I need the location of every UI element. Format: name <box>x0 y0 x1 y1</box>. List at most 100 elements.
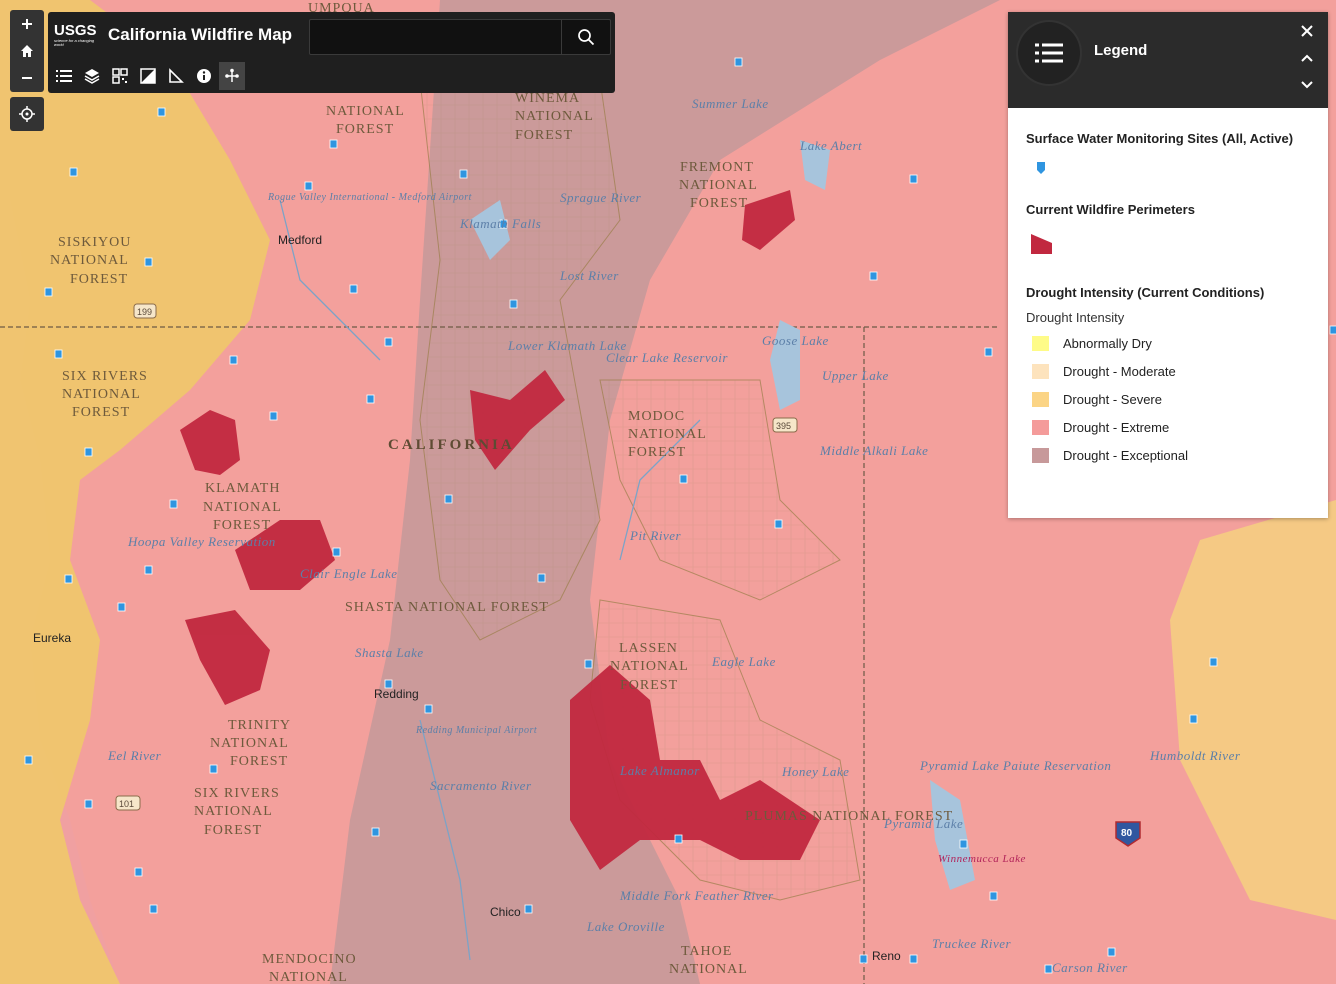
monitoring-site-marker[interactable] <box>909 954 918 964</box>
map-label: Rogue Valley International - Medford Air… <box>267 192 472 203</box>
legend-swatch <box>1032 447 1049 463</box>
monitoring-site-marker[interactable] <box>1044 964 1053 974</box>
monitoring-site-marker[interactable] <box>1107 947 1116 957</box>
expand-button[interactable] <box>1296 74 1318 96</box>
monitoring-site-marker[interactable] <box>384 337 393 347</box>
legend-item: Drought - Exceptional <box>1026 441 1310 469</box>
legend-swatch <box>1032 335 1049 351</box>
map-label: Clear Lake Reservoir <box>606 350 728 365</box>
monitoring-site-marker[interactable] <box>24 755 33 765</box>
monitoring-site-marker[interactable] <box>157 107 166 117</box>
map-label: CALIFORNIA <box>388 437 515 453</box>
legend-header-icon <box>1018 22 1080 84</box>
monitoring-site-symbol <box>1037 162 1045 174</box>
monitoring-site-marker[interactable] <box>1209 657 1218 667</box>
monitoring-site-marker[interactable] <box>69 167 78 177</box>
monitoring-site-marker[interactable] <box>84 799 93 809</box>
monitoring-site-marker[interactable] <box>144 257 153 267</box>
monitoring-site-marker[interactable] <box>44 287 53 297</box>
monitoring-site-marker[interactable] <box>269 411 278 421</box>
map-label: Winnemucca Lake <box>938 853 1026 865</box>
monitoring-site-marker[interactable] <box>537 573 546 583</box>
monitoring-site-marker[interactable] <box>674 834 683 844</box>
monitoring-site-marker[interactable] <box>509 299 518 309</box>
monitoring-site-marker[interactable] <box>774 519 783 529</box>
map-label: SIX RIVERS <box>62 369 148 384</box>
monitoring-site-marker[interactable] <box>909 174 918 184</box>
monitoring-site-marker[interactable] <box>54 349 63 359</box>
map-label: TAHOE <box>681 944 732 959</box>
monitoring-site-marker[interactable] <box>524 904 533 914</box>
map-label: Summer Lake <box>692 96 769 111</box>
monitoring-site-marker[interactable] <box>144 565 153 575</box>
monitoring-site-marker[interactable] <box>366 394 375 404</box>
map-label: FOREST <box>213 518 271 533</box>
map-label: Sprague River <box>560 190 642 205</box>
monitoring-site-marker[interactable] <box>859 954 868 964</box>
map-label: FOREST <box>620 678 678 693</box>
monitoring-site-marker[interactable] <box>332 547 341 557</box>
home-icon <box>21 44 33 57</box>
map-label: Humboldt River <box>1149 748 1241 763</box>
monitoring-site-marker[interactable] <box>459 169 468 179</box>
layers-tool-button[interactable] <box>79 62 105 90</box>
monitoring-site-marker[interactable] <box>149 904 158 914</box>
monitoring-site-marker[interactable] <box>444 494 453 504</box>
info-tool-button[interactable] <box>191 62 217 90</box>
map-label: Medford <box>278 233 322 247</box>
monitoring-site-marker[interactable] <box>117 602 126 612</box>
zoom-in-button[interactable] <box>10 11 44 37</box>
monitoring-site-marker[interactable] <box>989 891 998 901</box>
map-label: Pyramid Lake Paiute Reservation <box>919 758 1111 773</box>
chevron-down-icon <box>1301 81 1313 89</box>
zoom-out-button[interactable] <box>10 65 44 91</box>
map-label: FOREST <box>628 445 686 460</box>
legend-item: Drought - Severe <box>1026 385 1310 413</box>
monitoring-site-marker[interactable] <box>229 355 238 365</box>
monitoring-site-marker[interactable] <box>371 827 380 837</box>
monitoring-site-marker[interactable] <box>64 574 73 584</box>
monitoring-site-marker[interactable] <box>984 347 993 357</box>
monitoring-site-marker[interactable] <box>869 271 878 281</box>
monitoring-site-marker[interactable] <box>679 474 688 484</box>
basemap-tool-button[interactable] <box>135 62 161 90</box>
search-input[interactable] <box>310 20 560 54</box>
map-label: NATIONAL <box>679 178 758 193</box>
qr-tool-button[interactable] <box>107 62 133 90</box>
close-button[interactable] <box>1296 20 1318 42</box>
legend-header: Legend <box>1008 12 1328 108</box>
map-label: Pyramid Lake <box>883 816 963 831</box>
map-label: FOREST <box>690 196 748 211</box>
monitoring-site-marker[interactable] <box>329 139 338 149</box>
basemap-icon <box>140 68 156 84</box>
monitoring-site-marker[interactable] <box>134 867 143 877</box>
legend-title: Legend <box>1094 42 1148 59</box>
legend-section-heading: Surface Water Monitoring Sites (All, Act… <box>1026 131 1294 146</box>
measure-tool-button[interactable] <box>163 62 189 90</box>
measure-icon <box>169 68 184 83</box>
monitoring-site-marker[interactable] <box>584 659 593 669</box>
map-label: FOREST <box>204 823 262 838</box>
locate-button[interactable] <box>10 97 44 131</box>
map-label: Eel River <box>107 748 162 763</box>
logo-text: USGS <box>54 22 97 39</box>
collapse-button[interactable] <box>1296 47 1318 69</box>
monitoring-site-marker[interactable] <box>349 284 358 294</box>
share-tool-button[interactable] <box>219 62 245 90</box>
monitoring-site-marker[interactable] <box>1329 325 1336 335</box>
home-button[interactable] <box>10 38 44 64</box>
monitoring-site-marker[interactable] <box>169 499 178 509</box>
monitoring-site-marker[interactable] <box>734 57 743 67</box>
map-label: Shasta Lake <box>355 645 424 660</box>
monitoring-site-marker[interactable] <box>959 839 968 849</box>
monitoring-site-marker[interactable] <box>424 704 433 714</box>
monitoring-site-marker[interactable] <box>304 181 313 191</box>
monitoring-site-marker[interactable] <box>84 447 93 457</box>
legend-section-heading: Drought Intensity (Current Conditions) <box>1026 285 1265 300</box>
monitoring-site-marker[interactable] <box>1189 714 1198 724</box>
monitoring-site-marker[interactable] <box>209 764 218 774</box>
search-button[interactable] <box>561 20 610 54</box>
legend-tool-button[interactable] <box>51 62 77 90</box>
plus-icon <box>22 18 32 29</box>
map-label: KLAMATH <box>205 481 280 496</box>
